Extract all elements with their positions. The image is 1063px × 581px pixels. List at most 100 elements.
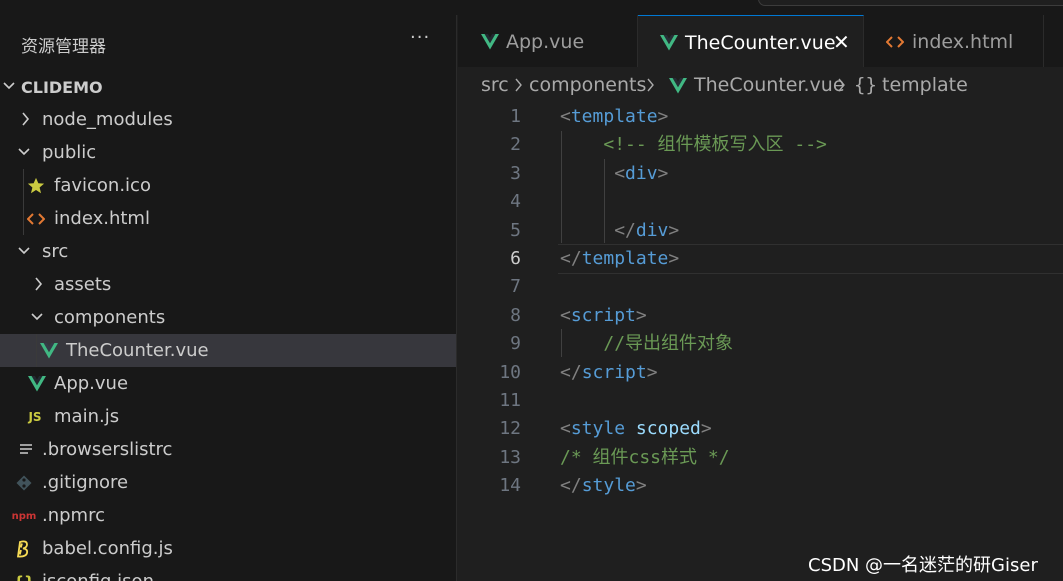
tree-item-app-vue[interactable]: App.vue [0, 367, 456, 400]
line-number: 8 [510, 304, 521, 326]
code-line[interactable]: <script> [560, 302, 647, 330]
tree-item-label: index.html [54, 208, 150, 229]
tree-item-components[interactable]: components [0, 301, 456, 334]
title-bar [0, 0, 1063, 15]
code-token: > [646, 361, 658, 383]
chevron-down-icon [17, 242, 31, 260]
tree-item-npmrc[interactable]: npm .npmrc [0, 499, 456, 532]
tree-item-label: components [54, 307, 166, 328]
code-token: template [581, 248, 669, 269]
code-token: </ [560, 248, 582, 269]
tree-item-src[interactable]: src [0, 235, 456, 268]
tree-item-label: favicon.ico [54, 175, 151, 196]
command-center[interactable] [758, 0, 1063, 6]
code-token: /* 组件css样式 */ [560, 446, 730, 468]
code-token: <!-- 组件模板写入区 --> [603, 134, 827, 156]
watermark: CSDN @一名迷茫的研Giser [808, 555, 1038, 576]
breadcrumb-template[interactable]: template [882, 74, 968, 96]
json-icon: {} [13, 572, 34, 581]
tab-bar: App.vue TheCounter.vue ✕ index.html [458, 15, 1063, 67]
braces-icon: {} [854, 74, 877, 96]
tree-item-public[interactable]: public [0, 136, 456, 169]
line-number: 11 [499, 390, 521, 411]
more-actions-button[interactable]: ··· [410, 27, 430, 48]
line-number: 2 [510, 134, 521, 156]
breadcrumb-components[interactable]: components [529, 74, 646, 96]
code-token: </ [614, 219, 636, 241]
explorer-sidebar: 资源管理器 ··· CLIDEMO node_modules public fa… [0, 15, 457, 581]
code-line[interactable]: <div> [560, 160, 668, 188]
chevron-down-icon [17, 143, 31, 161]
tab-label: index.html [912, 31, 1014, 53]
code-token: > [668, 248, 680, 269]
explorer-title: 资源管理器 [21, 37, 106, 57]
vue-icon [480, 32, 500, 52]
code-token: script [581, 361, 647, 383]
code-token: < [560, 304, 571, 326]
line-number: 14 [499, 475, 521, 497]
breadcrumb-src[interactable]: src [481, 74, 509, 96]
code-line[interactable]: <style scoped> [560, 415, 712, 443]
tree-root-clidemo[interactable]: CLIDEMO [0, 70, 456, 103]
npm-icon: npm [11, 510, 37, 522]
tree-root-label: CLIDEMO [21, 78, 103, 97]
tree-item-node-modules[interactable]: node_modules [0, 103, 456, 136]
code-token: < [560, 418, 571, 440]
code-token: style [570, 418, 626, 440]
code-line[interactable]: </style> [560, 472, 647, 500]
code-token: </ [560, 475, 582, 497]
code-token: > [668, 219, 680, 241]
tree-item-thecounter-vue[interactable]: TheCounter.vue [0, 334, 456, 367]
code-line[interactable]: <!-- 组件模板写入区 --> [560, 131, 827, 159]
code-line[interactable]: </script> [560, 359, 658, 387]
html-icon [26, 209, 46, 229]
breadcrumb-file[interactable]: TheCounter.vue [694, 74, 845, 96]
chevron-down-icon [2, 77, 16, 95]
tree-item-index-html[interactable]: index.html [0, 202, 456, 235]
code-token: < [560, 106, 571, 127]
tree-item-label: assets [54, 274, 112, 295]
code-token: script [570, 304, 636, 326]
vue-icon [669, 77, 687, 99]
tree-item-main-js[interactable]: JS main.js [0, 400, 456, 433]
tree-item-jsconfig[interactable]: {} jsconfig.json [0, 565, 456, 581]
chevron-right-icon [32, 275, 46, 293]
tree-item-label: node_modules [42, 109, 173, 130]
tree-item-label: .npmrc [42, 505, 105, 526]
code-token: //导出组件对象 [603, 333, 734, 355]
tab-app-vue[interactable]: App.vue [458, 15, 638, 67]
tab-index-html[interactable]: index.html [864, 15, 1044, 67]
code-editor[interactable]: 1 <template> 2 <!-- 组件模板写入区 --> 3 <div> 4 5 <… [458, 103, 1063, 581]
editor-area: App.vue TheCounter.vue ✕ index.html src … [458, 15, 1063, 581]
line-number: 9 [510, 333, 521, 355]
tree-item-label: main.js [54, 406, 120, 427]
code-line[interactable]: </template> [560, 245, 679, 273]
code-line[interactable]: //导出组件对象 [560, 330, 733, 358]
vue-icon [659, 33, 679, 53]
code-token: </ [560, 361, 582, 383]
code-token: > [657, 106, 669, 127]
tree-item-browserslistrc[interactable]: .browserslistrc [0, 433, 456, 466]
tree-item-favicon[interactable]: favicon.ico [0, 169, 456, 202]
line-number: 4 [510, 191, 521, 213]
close-icon[interactable]: ✕ [833, 30, 850, 54]
tree-item-label: public [42, 142, 97, 163]
line-number: 10 [499, 361, 521, 383]
babel-icon [14, 539, 34, 559]
tab-thecounter-vue[interactable]: TheCounter.vue ✕ [638, 15, 864, 67]
tree-item-assets[interactable]: assets [0, 268, 456, 301]
line-number: 7 [510, 276, 521, 298]
code-token: < [614, 162, 626, 184]
code-line[interactable]: /* 组件css样式 */ [560, 444, 730, 472]
tree-item-babel-config[interactable]: babel.config.js [0, 532, 456, 565]
tree-item-gitignore[interactable]: .gitignore [0, 466, 456, 499]
code-line[interactable]: </div> [560, 217, 679, 245]
code-line[interactable]: <template> [560, 103, 668, 131]
tree-item-label: babel.config.js [42, 538, 173, 559]
code-token: template [570, 106, 658, 127]
